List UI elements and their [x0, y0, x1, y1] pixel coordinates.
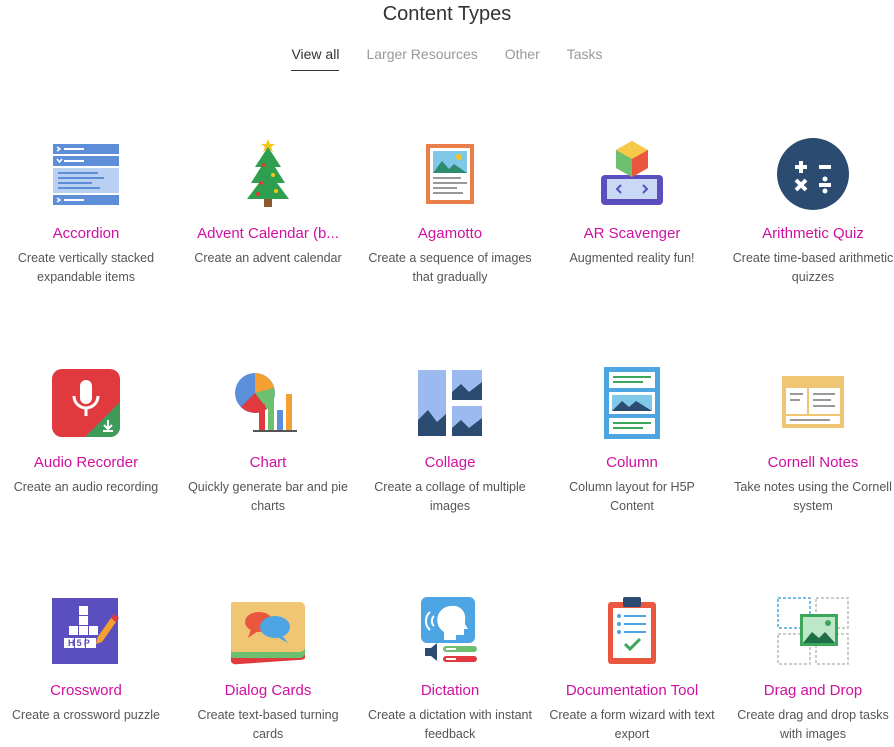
content-type-description: Create time-based arithmetic quizzes [732, 251, 894, 284]
tab-view-all[interactable]: View all [291, 46, 340, 71]
content-type-name: Column [606, 454, 658, 471]
content-type-card-column[interactable]: Column Column layout for H5P Content [543, 366, 721, 516]
content-type-name: Dialog Cards [224, 682, 312, 699]
crossword-icon-text: H5P [68, 638, 92, 648]
content-type-description: Create a collage of multiple images [374, 480, 526, 513]
cornell-notes-icon [782, 376, 844, 428]
content-type-name: Accordion [52, 225, 120, 242]
content-type-card-collage[interactable]: Collage Create a collage of multiple ima… [361, 366, 539, 516]
content-type-name: Dictation [420, 682, 480, 699]
content-type-card-ar-scavenger[interactable]: AR Scavenger Augmented reality fun! [543, 137, 721, 268]
content-type-description: Create a crossword puzzle [12, 708, 160, 722]
content-type-card-chart[interactable]: Chart Quickly generate bar and pie chart… [179, 366, 357, 516]
arithmetic-quiz-icon [777, 138, 849, 210]
content-type-name: Documentation Tool [565, 682, 699, 699]
content-type-description: Create an audio recording [13, 480, 159, 494]
agamotto-icon [426, 144, 474, 204]
content-type-name: Chart [249, 454, 287, 471]
content-type-description: Create text-based turning cards [197, 708, 339, 741]
column-icon [604, 367, 660, 439]
documentation-tool-icon [608, 597, 656, 664]
content-type-name: Arithmetic Quiz [762, 225, 864, 242]
content-type-card-dialog-cards[interactable]: Dialog Cards Create text-based turning c… [179, 594, 357, 744]
content-type-description: Create drag and drop tasks with images [737, 708, 889, 741]
page-title: Content Types [382, 3, 512, 25]
category-tabs: View all Larger Resources Other Tasks [0, 46, 894, 71]
content-type-card-documentation-tool[interactable]: Documentation Tool Create a form wizard … [543, 594, 721, 744]
collage-icon [418, 370, 482, 436]
content-type-card-accordion[interactable]: Accordion Create vertically stacked expa… [0, 137, 175, 287]
content-type-description: Take notes using the Cornell system [734, 480, 892, 513]
dictation-icon [421, 597, 477, 662]
content-type-description: Create a sequence of images that gradual… [368, 251, 532, 284]
content-type-description: Quickly generate bar and pie charts [188, 480, 348, 513]
content-type-name: Crossword [50, 682, 122, 699]
content-type-card-drag-and-drop[interactable]: Drag and Drop Create drag and drop tasks… [724, 594, 894, 744]
content-type-name: Audio Recorder [33, 454, 139, 471]
content-type-card-cornell-notes[interactable]: Cornell Notes Take notes using the Corne… [724, 366, 894, 516]
content-type-description: Column layout for H5P Content [569, 480, 695, 513]
audio-recorder-icon [52, 369, 120, 437]
dialog-cards-icon [231, 602, 305, 665]
content-type-card-dictation[interactable]: Dictation Create a dictation with instan… [361, 594, 539, 744]
content-type-name: Collage [424, 454, 476, 471]
accordion-icon [53, 144, 119, 205]
tab-other[interactable]: Other [505, 46, 540, 71]
content-type-description: Create a form wizard with text export [549, 708, 715, 741]
content-type-name: Agamotto [417, 225, 483, 242]
tab-larger-resources[interactable]: Larger Resources [366, 46, 477, 71]
content-type-name: Cornell Notes [767, 454, 859, 471]
content-type-card-advent-calendar[interactable]: Advent Calendar (b... Create an advent c… [179, 137, 357, 268]
content-type-name: AR Scavenger [583, 225, 681, 242]
crossword-icon: H5P [52, 598, 119, 664]
content-type-card-agamotto[interactable]: Agamotto Create a sequence of images tha… [361, 137, 539, 287]
content-type-description: Create a dictation with instant feedback [368, 708, 532, 741]
chart-icon [235, 373, 297, 432]
content-type-name: Drag and Drop [763, 682, 863, 699]
content-type-card-arithmetic-quiz[interactable]: Arithmetic Quiz Create time-based arithm… [724, 137, 894, 287]
content-type-description: Augmented reality fun! [569, 251, 695, 265]
content-type-card-crossword[interactable]: H5P Crossword Create a crossword puzzle [0, 594, 175, 725]
tab-tasks[interactable]: Tasks [567, 46, 603, 71]
content-type-card-audio-recorder[interactable]: Audio Recorder Create an audio recording [0, 366, 175, 497]
drag-and-drop-icon [777, 597, 849, 665]
ar-scavenger-icon [601, 141, 663, 205]
content-type-description: Create an advent calendar [194, 251, 342, 265]
advent-calendar-icon [247, 139, 289, 207]
content-type-name: Advent Calendar (b... [197, 225, 339, 242]
content-type-description: Create vertically stacked expandable ite… [17, 251, 155, 284]
